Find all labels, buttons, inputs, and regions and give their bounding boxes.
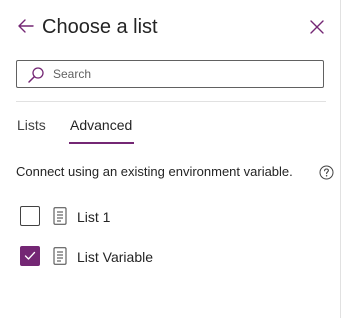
search-box bbox=[16, 60, 324, 88]
search-input[interactable] bbox=[53, 61, 313, 87]
list-icon bbox=[53, 207, 67, 225]
list-item: List 1 bbox=[20, 206, 320, 228]
close-icon bbox=[310, 20, 324, 34]
list-item: List Variable bbox=[20, 246, 320, 268]
checkmark-icon bbox=[24, 251, 36, 260]
checkbox-list-1[interactable] bbox=[20, 206, 40, 226]
list-icon bbox=[53, 247, 67, 265]
advanced-description: Connect using an existing environment va… bbox=[16, 164, 293, 179]
header-divider bbox=[16, 101, 326, 102]
choose-list-panel: Choose a list Lists Advanced Connect usi… bbox=[0, 0, 341, 318]
back-button[interactable] bbox=[14, 14, 38, 38]
tab-advanced[interactable]: Advanced bbox=[70, 116, 132, 134]
arrow-left-icon bbox=[18, 19, 34, 33]
tab-lists[interactable]: Lists bbox=[17, 116, 46, 134]
checkbox-list-variable[interactable] bbox=[20, 246, 40, 266]
help-circle-icon[interactable] bbox=[319, 165, 334, 180]
list-item-label: List Variable bbox=[77, 249, 154, 265]
list-item-label: List 1 bbox=[77, 209, 111, 225]
tab-selected-indicator bbox=[69, 142, 134, 144]
close-button[interactable] bbox=[304, 14, 330, 40]
search-icon bbox=[28, 67, 44, 83]
panel-title: Choose a list bbox=[42, 16, 158, 38]
